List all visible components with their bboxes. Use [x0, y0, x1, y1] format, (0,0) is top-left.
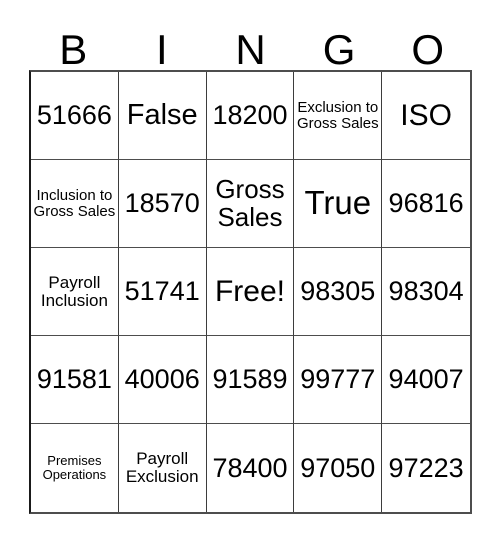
bingo-cell[interactable]: 99777 — [294, 336, 383, 424]
bingo-cell[interactable]: Payroll Exclusion — [118, 424, 207, 512]
bingo-header-letter: B — [59, 26, 88, 74]
bingo-cell[interactable]: 98304 — [382, 248, 470, 336]
bingo-cell-text: 98305 — [300, 276, 376, 307]
bingo-cell-text: 91581 — [36, 364, 112, 395]
bingo-header-cell-n: N — [206, 16, 295, 74]
bingo-cell[interactable]: 40006 — [118, 336, 207, 424]
bingo-cell-text: True — [304, 184, 372, 222]
bingo-header-cell-g: G — [295, 16, 384, 74]
bingo-cell[interactable]: 91581 — [31, 336, 119, 424]
bingo-card: B I N G O 51666 False 18200 Exclusion to… — [0, 0, 500, 544]
bingo-cell[interactable]: ISO — [382, 72, 470, 160]
bingo-cell[interactable]: 97050 — [294, 424, 383, 512]
bingo-grid: 51666 False 18200 Exclusion to Gross Sal… — [29, 70, 472, 514]
bingo-cell-text: 51741 — [124, 276, 200, 307]
bingo-cell[interactable]: Exclusion to Gross Sales — [294, 72, 383, 160]
bingo-cell-text: 40006 — [124, 364, 200, 395]
bingo-cell-free-space[interactable]: Free! — [206, 248, 295, 336]
bingo-cell[interactable]: 51741 — [118, 248, 207, 336]
bingo-cell[interactable]: 94007 — [382, 336, 470, 424]
bingo-header-row: B I N G O — [29, 16, 472, 74]
bingo-cell[interactable]: 91589 — [206, 336, 295, 424]
bingo-cell-text: 94007 — [388, 364, 464, 395]
bingo-cell[interactable]: 98305 — [294, 248, 383, 336]
bingo-header-cell-o: O — [383, 16, 472, 74]
bingo-cell-text: ISO — [400, 98, 452, 132]
bingo-header-letter: O — [411, 26, 444, 74]
bingo-cell[interactable]: 18570 — [118, 160, 207, 248]
bingo-cell[interactable]: 18200 — [206, 72, 295, 160]
bingo-cell-text: Inclusion to Gross Sales — [33, 186, 116, 220]
bingo-cell-text: 91589 — [212, 364, 288, 395]
bingo-header-letter: G — [322, 26, 356, 74]
bingo-cell[interactable]: Inclusion to Gross Sales — [31, 160, 119, 248]
bingo-cell-text: Payroll Exclusion — [125, 449, 199, 486]
bingo-cell[interactable]: False — [118, 72, 207, 160]
bingo-cell-text: 78400 — [212, 452, 288, 483]
bingo-cell-text: Exclusion to Gross Sales — [296, 98, 379, 132]
bingo-cell-text: Payroll Inclusion — [40, 272, 108, 310]
bingo-cell-text: 18200 — [212, 100, 288, 131]
bingo-cell-text: 97050 — [300, 452, 376, 483]
bingo-cell-text: Premises Operations — [42, 453, 107, 482]
bingo-cell-text: 96816 — [388, 188, 464, 219]
bingo-cell[interactable]: 96816 — [382, 160, 470, 248]
bingo-cell-text: 99777 — [300, 364, 376, 395]
bingo-cell-text: 51666 — [36, 100, 112, 131]
bingo-cell[interactable]: True — [294, 160, 383, 248]
bingo-cell-text: False — [126, 99, 198, 132]
bingo-cell[interactable]: Gross Sales — [206, 160, 295, 248]
bingo-header-letter: I — [156, 26, 168, 74]
bingo-header-letter: N — [235, 26, 266, 74]
bingo-cell[interactable]: 78400 — [206, 424, 295, 512]
bingo-cell-text: Free! — [214, 274, 285, 308]
bingo-cell[interactable]: 97223 — [382, 424, 470, 512]
bingo-cell[interactable]: Premises Operations — [31, 424, 119, 512]
bingo-cell-text: Gross Sales — [215, 174, 285, 232]
bingo-cell-text: 98304 — [388, 276, 464, 307]
bingo-cell-text: 18570 — [124, 188, 200, 219]
bingo-cell[interactable]: 51666 — [31, 72, 119, 160]
bingo-cell-text: 97223 — [388, 452, 464, 483]
bingo-header-cell-b: B — [29, 16, 118, 74]
bingo-cell[interactable]: Payroll Inclusion — [31, 248, 119, 336]
bingo-header-cell-i: I — [118, 16, 207, 74]
